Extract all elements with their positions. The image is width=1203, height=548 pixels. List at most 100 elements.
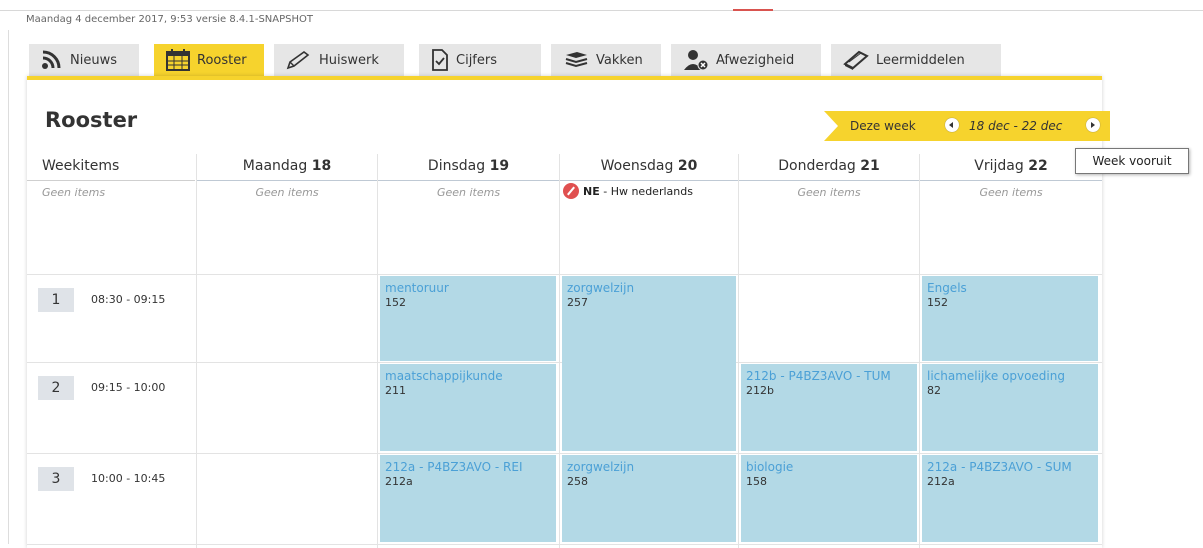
calendar-icon [166,49,190,71]
column-divider [738,154,739,548]
previous-week-icon[interactable] [945,118,959,132]
day-date: 20 [677,158,698,174]
lesson-room: 158 [746,475,767,488]
tab-label: Nieuws [70,52,117,68]
lesson-room: 212b [746,384,774,397]
weekitems-empty: Geen items [42,186,106,199]
day-name: Dinsdag [427,158,486,174]
column-header-day: Maandag 18 [197,158,377,174]
day-items-empty: Geen items [797,186,861,199]
lesson-room: 212a [927,475,955,488]
lesson-subject: maatschappijkunde [385,369,503,383]
page-title: Rooster [45,108,138,132]
lesson-block[interactable]: mentoruur 152 [380,276,556,361]
lesson-block[interactable]: maatschappijkunde 211 [380,364,556,451]
lesson-block[interactable]: 212a - P4BZ3AVO - SUM 212a [922,455,1098,542]
lesson-subject: lichamelijke opvoeding [927,369,1065,383]
next-week-icon[interactable] [1086,118,1100,132]
tab-label: Rooster [197,52,247,68]
day-items-empty: Geen items [436,186,501,199]
homework-text: - Hw nederlands [599,184,693,198]
column-header-day: Woensdag 20 [560,158,738,174]
column-divider [559,154,560,548]
top-bar-accent [733,9,773,11]
tab-afwezigheid[interactable]: Afwezigheid [671,44,821,76]
lesson-subject: biologie [746,460,794,474]
user-absent-icon [684,50,709,71]
rooster-panel: Rooster Deze week 18 dec - 22 dec Weekit… [27,76,1110,548]
column-divider [196,154,197,548]
tab-nieuws[interactable]: Nieuws [29,44,139,76]
top-bar [0,0,1203,11]
day-items-empty: Geen items [255,186,319,199]
tab-huiswerk[interactable]: Huiswerk [274,44,404,76]
this-week-link[interactable]: Deze week [850,119,916,133]
column-divider [377,154,378,548]
pencil-icon [286,51,310,70]
hour-number: 2 [38,376,74,400]
row-divider [27,544,1102,545]
tab-cijfers[interactable]: Cijfers [419,44,541,76]
lesson-room: 257 [567,296,588,309]
lesson-block[interactable]: zorgwelzijn 257 [562,276,736,451]
books-icon [565,52,588,68]
status-line: Maandag 4 december 2017, 9:53 versie 8.4… [26,14,313,25]
lesson-subject: 212a - P4BZ3AVO - REI [385,460,523,474]
tab-label: Cijfers [456,52,497,68]
lesson-room: 82 [927,384,941,397]
hour-number: 1 [38,288,74,312]
day-name: Vrijdag [974,158,1024,174]
lesson-room: 258 [567,475,588,488]
lesson-block[interactable]: zorgwelzijn 258 [562,455,736,542]
document-check-icon [432,49,448,71]
tab-vakken[interactable]: Vakken [551,44,661,76]
day-date: 21 [860,158,880,174]
header-divider [197,180,1102,181]
week-navigation: Deze week 18 dec - 22 dec [824,111,1110,141]
column-header-day: Dinsdag 19 [378,158,559,174]
tab-label: Huiswerk [319,52,379,68]
day-date: 22 [1028,158,1048,174]
homework-code: NE [583,184,600,198]
lesson-subject: zorgwelzijn [567,281,635,295]
row-divider [27,453,1102,454]
lesson-subject: Engels [927,281,967,295]
header-divider [27,180,195,181]
lesson-block[interactable]: 212b - P4BZ3AVO - TUM 212b [741,364,917,451]
lesson-block[interactable]: lichamelijke opvoeding 82 [922,364,1098,451]
tab-label: Vakken [596,52,643,68]
lesson-block[interactable]: 212a - P4BZ3AVO - REI 212a [380,455,556,542]
row-divider [27,274,1102,275]
tab-leermiddelen[interactable]: Leermiddelen [831,44,1001,76]
rss-icon [42,50,61,69]
hour-time: 08:30 - 09:15 [91,293,166,306]
column-divider [919,154,920,548]
day-name: Donderdag [778,158,856,174]
lesson-subject: 212b - P4BZ3AVO - TUM [746,369,891,383]
tab-label: Afwezigheid [716,52,795,68]
lesson-block[interactable]: Engels 152 [922,276,1098,361]
tab-label: Leermiddelen [876,52,965,68]
hour-time: 10:00 - 10:45 [91,472,166,485]
week-range: 18 dec - 22 dec [969,119,1063,133]
left-border [8,30,9,544]
book-icon [843,50,869,70]
day-name: Maandag [242,158,308,174]
lesson-block[interactable]: biologie 158 [741,455,917,542]
lesson-subject: 212a - P4BZ3AVO - SUM [927,460,1072,474]
lesson-room: 212a [385,475,413,488]
lesson-subject: mentoruur [385,281,449,295]
column-header-day: Donderdag 21 [739,158,919,174]
day-date: 18 [311,158,332,174]
lesson-room: 152 [385,296,406,309]
day-date: 19 [489,158,510,174]
lesson-room: 211 [385,384,406,397]
week-forward-tooltip: Week vooruit [1075,148,1189,174]
hour-time: 09:15 - 10:00 [91,381,166,394]
day-name: Woensdag [600,158,674,174]
homework-item[interactable]: NE - Hw nederlands [563,183,693,199]
pencil-icon [563,183,579,199]
column-header-weekitems: Weekitems [42,158,120,174]
tab-rooster[interactable]: Rooster [154,44,264,76]
lesson-room: 152 [927,296,948,309]
